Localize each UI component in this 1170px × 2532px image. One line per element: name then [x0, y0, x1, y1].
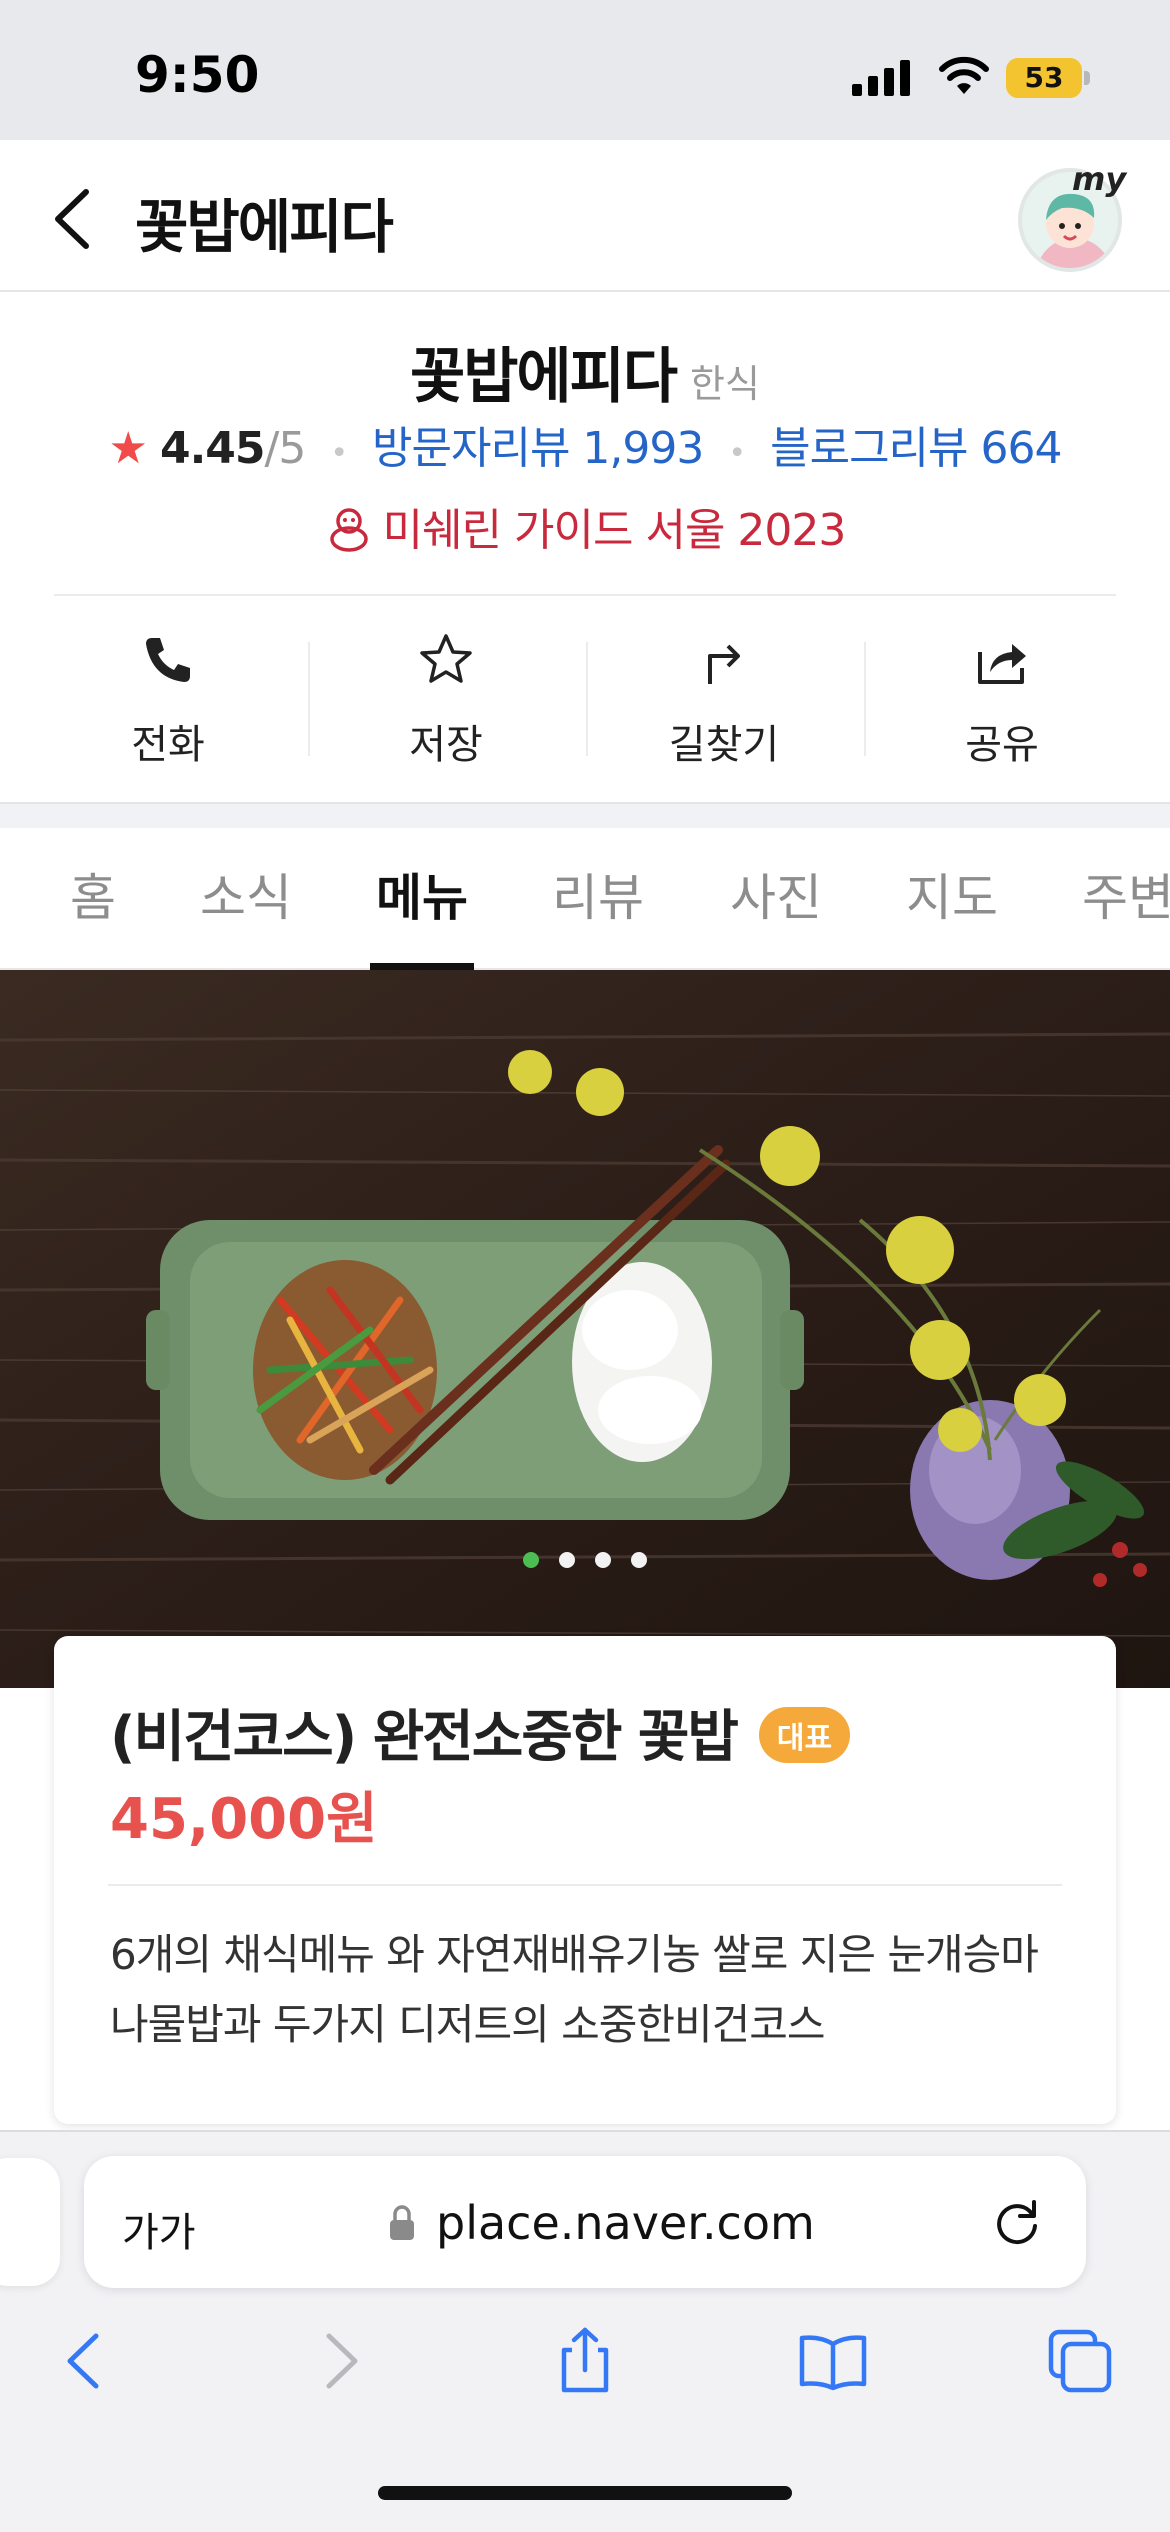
michelin-icon	[329, 508, 368, 552]
call-button[interactable]: 전화	[30, 630, 306, 770]
home-indicator	[378, 2486, 792, 2500]
phone-icon	[146, 638, 190, 682]
tab-news[interactable]: 소식	[200, 858, 292, 930]
active-tab-indicator	[370, 963, 474, 970]
call-label: 전화	[131, 722, 205, 768]
tab-home[interactable]: 홈	[70, 858, 116, 930]
michelin-label: 미쉐린 가이드 서울 2023	[382, 505, 847, 556]
status-time: 9:50	[135, 46, 260, 104]
section-gap	[0, 802, 1170, 828]
back-nav-icon[interactable]	[50, 2326, 120, 2396]
share-button[interactable]: 공유	[864, 630, 1140, 770]
menu-item-title: (비건코스) 완전소중한 꽃밥 대표	[110, 1692, 851, 1773]
tab-nearby[interactable]: 주변	[1082, 858, 1170, 930]
battery-level: 53	[1006, 58, 1082, 98]
tab-photos[interactable]: 사진	[730, 858, 822, 930]
star-filled-icon: ★	[108, 423, 148, 474]
menu-item-card[interactable]: (비건코스) 완전소중한 꽃밥 대표 45,000원 6개의 채식메뉴 와 자연재…	[54, 1636, 1116, 2124]
tabs-icon[interactable]	[1045, 2326, 1115, 2396]
rating-row: ★ 4.45/5 • 방문자리뷰 1,993 • 블로그리뷰 664	[0, 412, 1170, 476]
divider	[54, 594, 1116, 596]
wifi-icon	[939, 56, 989, 94]
url-text[interactable]: place.naver.com	[436, 2196, 815, 2250]
food-photo-image	[0, 970, 1170, 1688]
directions-icon	[708, 644, 740, 684]
previous-tab-preview[interactable]	[0, 2158, 60, 2286]
representative-badge: 대표	[758, 1707, 851, 1763]
avatar-my-label: my	[1072, 160, 1127, 198]
tab-menu[interactable]: 메뉴	[376, 858, 468, 930]
michelin-award[interactable]: 미쉐린 가이드 서울 2023	[0, 494, 1170, 558]
menu-item-name: (비건코스) 완전소중한 꽃밥	[110, 1705, 739, 1770]
menu-item-description: 6개의 채식메뉴 와 자연재배유기농 쌀로 지은 눈개승마나물밥과 두가지 디저…	[110, 1930, 1039, 2049]
divider	[108, 1884, 1062, 1886]
rating-value: 4.45	[159, 423, 266, 474]
lock-icon	[390, 2205, 414, 2240]
directions-button[interactable]: 길찾기	[586, 630, 862, 770]
forward-nav-icon[interactable]	[305, 2326, 375, 2396]
tab-bar: 홈 소식 메뉴 리뷰 사진 지도 주변	[0, 828, 1170, 970]
separator-dot: •	[330, 436, 348, 471]
carousel-dot[interactable]	[523, 1552, 539, 1568]
separator-dot: •	[728, 436, 746, 471]
menu-item-price: 45,000원	[110, 1787, 378, 1852]
blog-reviews-link[interactable]: 블로그리뷰 664	[770, 423, 1062, 474]
star-outline-icon	[420, 634, 472, 683]
menu-photo[interactable]	[0, 970, 1170, 1688]
page-title: 꽃밥에피다	[135, 193, 394, 261]
rating-max: /5	[264, 423, 307, 474]
signal-icon	[852, 60, 910, 96]
text-size-button[interactable]: 가가	[122, 2200, 196, 2258]
share-icon	[978, 644, 1026, 684]
reload-icon[interactable]	[990, 2196, 1044, 2250]
place-title-row: 꽃밥에피다 한식	[0, 328, 1170, 415]
carousel-dot[interactable]	[559, 1552, 575, 1568]
place-category: 한식	[690, 362, 760, 406]
carousel-dot[interactable]	[631, 1552, 647, 1568]
tab-reviews[interactable]: 리뷰	[552, 858, 644, 930]
app-header: 꽃밥에피다 my	[0, 140, 1170, 292]
back-chevron-icon[interactable]	[48, 184, 98, 254]
visitor-reviews-link[interactable]: 방문자리뷰 1,993	[372, 423, 704, 474]
battery-icon: 53	[1006, 58, 1090, 98]
place-name: 꽃밥에피다	[410, 342, 678, 412]
share-sheet-icon[interactable]	[550, 2326, 620, 2396]
bookmarks-icon[interactable]	[798, 2326, 868, 2396]
address-bar[interactable]: 가가 place.naver.com	[84, 2156, 1086, 2288]
carousel-dots	[0, 1552, 1170, 1572]
save-label: 저장	[409, 722, 483, 768]
directions-label: 길찾기	[668, 722, 780, 768]
share-label: 공유	[965, 722, 1039, 768]
carousel-dot[interactable]	[595, 1552, 611, 1568]
tab-map[interactable]: 지도	[906, 858, 998, 930]
save-button[interactable]: 저장	[308, 630, 584, 770]
